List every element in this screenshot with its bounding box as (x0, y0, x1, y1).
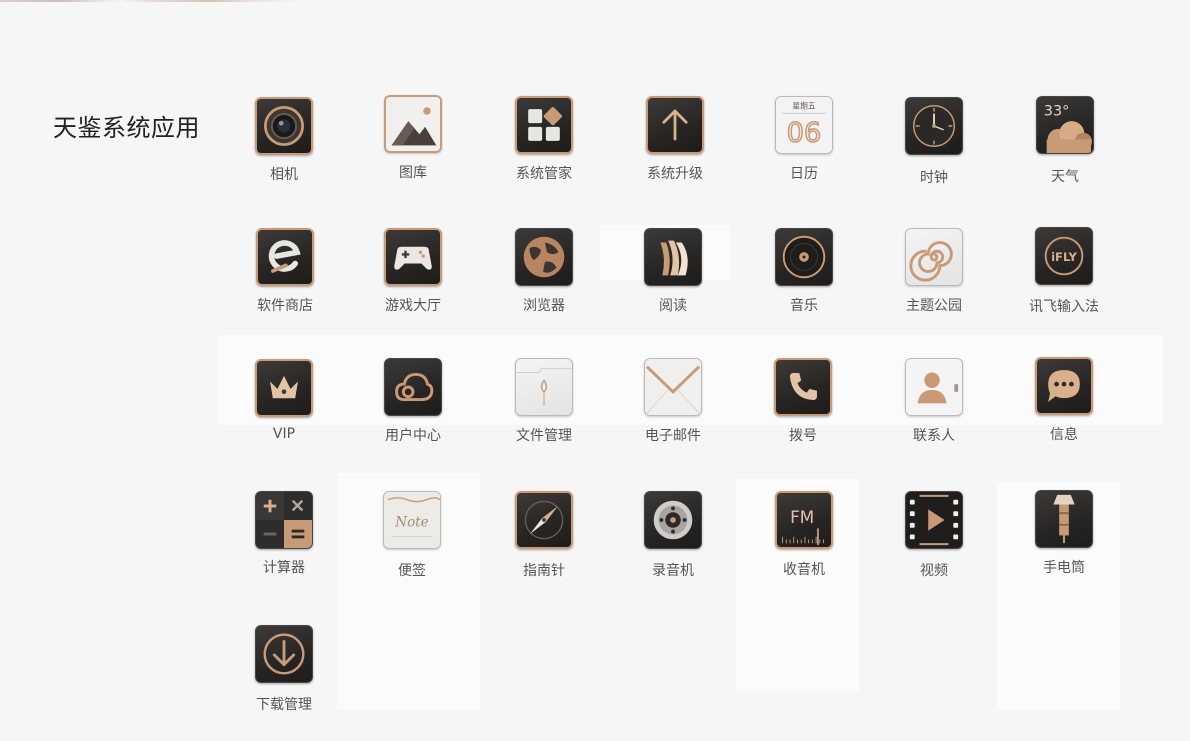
app-label: 联系人 (913, 428, 955, 444)
app-video[interactable]: 视频 (879, 491, 989, 580)
top-decorative-strip (0, 0, 600, 2)
system-manager-icon (515, 96, 573, 154)
app-label: 下载管理 (256, 697, 312, 713)
phone-dial-icon (774, 358, 832, 416)
app-calculator[interactable]: 计算器 (229, 491, 339, 577)
app-email[interactable]: 电子邮件 (618, 358, 728, 445)
app-label: 视频 (920, 563, 948, 579)
app-store-icon (256, 228, 314, 286)
vip-crown-icon (255, 359, 313, 417)
app-label: 软件商店 (257, 298, 313, 314)
video-icon (905, 491, 963, 549)
email-icon (644, 358, 702, 416)
app-label: 音乐 (790, 298, 818, 314)
calendar-day: 06 (787, 117, 821, 148)
app-user-center[interactable]: 用户中心 (358, 358, 468, 445)
app-label: 用户中心 (385, 428, 441, 444)
app-label: 阅读 (659, 298, 687, 314)
app-notes[interactable]: Note 便签 (357, 491, 467, 580)
app-calendar[interactable]: 星期五 06 日历 (749, 96, 859, 183)
app-system-manager[interactable]: 系统管家 (489, 96, 599, 183)
app-label: 系统管家 (516, 166, 572, 182)
app-gallery[interactable]: 图库 (358, 95, 468, 182)
messages-icon (1035, 357, 1093, 415)
app-label: 时钟 (920, 170, 948, 186)
calendar-weekday: 星期五 (792, 102, 815, 111)
app-download-manager[interactable]: 下载管理 (229, 625, 339, 714)
app-dialer[interactable]: 拨号 (748, 358, 858, 445)
calendar-icon: 星期五 06 (775, 96, 833, 154)
app-file-manager[interactable]: 文件管理 (489, 358, 599, 445)
ifly-logo-text: iFLY (1051, 250, 1077, 264)
app-clock[interactable]: 时钟 (879, 97, 989, 187)
app-label: 电子邮件 (645, 428, 701, 444)
app-compass[interactable]: 指南针 (489, 491, 599, 580)
app-label: 手电筒 (1043, 560, 1085, 576)
app-browser[interactable]: 浏览器 (489, 228, 599, 315)
app-label: 日历 (790, 166, 818, 182)
camera-icon (255, 97, 313, 155)
app-store[interactable]: 软件商店 (230, 228, 340, 315)
app-contacts[interactable]: 联系人 (879, 358, 989, 445)
app-label: 游戏大厅 (385, 298, 441, 314)
app-label: 相机 (270, 167, 298, 183)
weather-temperature: 33° (1044, 103, 1070, 119)
app-label: 信息 (1050, 427, 1078, 443)
app-label: 讯飞输入法 (1029, 299, 1099, 315)
browser-icon (515, 228, 573, 286)
app-weather[interactable]: 33° 天气 (1010, 96, 1120, 186)
app-label: 浏览器 (523, 298, 565, 314)
app-label: 系统升级 (647, 166, 703, 182)
app-label: 录音机 (652, 563, 694, 579)
app-label: 便签 (398, 563, 426, 579)
app-label: 计算器 (263, 560, 305, 576)
system-update-icon (646, 96, 704, 154)
app-label: 收音机 (783, 562, 825, 578)
gallery-icon (384, 95, 442, 153)
ifly-input-icon: iFLY (1035, 227, 1093, 285)
game-center-icon (384, 228, 442, 286)
file-manager-icon (515, 358, 573, 416)
reader-icon (644, 228, 702, 286)
app-music[interactable]: 音乐 (749, 228, 859, 315)
app-game-center[interactable]: 游戏大厅 (358, 228, 468, 315)
radio-fm-text: FM (790, 507, 814, 527)
app-messages[interactable]: 信息 (1009, 357, 1119, 444)
app-label: 天气 (1051, 169, 1079, 185)
music-icon (775, 228, 833, 286)
user-center-icon (384, 358, 442, 416)
app-ifly-input[interactable]: iFLY 讯飞输入法 (1009, 227, 1119, 316)
app-theme-park[interactable]: 主题公园 (879, 228, 989, 315)
app-flashlight[interactable]: 手电筒 (1009, 490, 1119, 577)
app-label: 主题公园 (906, 298, 962, 314)
app-label: VIP (272, 426, 296, 442)
app-camera[interactable]: 相机 (229, 97, 339, 184)
recorder-icon (644, 491, 702, 549)
app-system-update[interactable]: 系统升级 (620, 96, 730, 183)
download-manager-icon (255, 625, 313, 683)
app-reader[interactable]: 阅读 (618, 228, 728, 315)
contacts-icon (905, 358, 963, 416)
app-recorder[interactable]: 录音机 (618, 491, 728, 580)
theme-park-icon (905, 228, 963, 286)
app-label: 文件管理 (516, 428, 572, 444)
flashlight-icon (1035, 490, 1093, 548)
app-label: 指南针 (523, 563, 565, 579)
compass-icon (515, 491, 573, 549)
app-radio[interactable]: FM 收音机 (749, 491, 859, 579)
app-label: 图库 (399, 165, 427, 181)
section-title: 天鉴系统应用 (53, 114, 200, 142)
weather-icon: 33° (1036, 96, 1094, 154)
clock-icon (905, 97, 963, 155)
app-label: 拨号 (789, 428, 817, 444)
radio-icon: FM (775, 491, 833, 549)
app-vip[interactable]: VIP (229, 359, 339, 442)
notes-logo-text: Note (394, 515, 428, 531)
calculator-icon (255, 491, 313, 549)
notes-icon: Note (383, 491, 441, 549)
